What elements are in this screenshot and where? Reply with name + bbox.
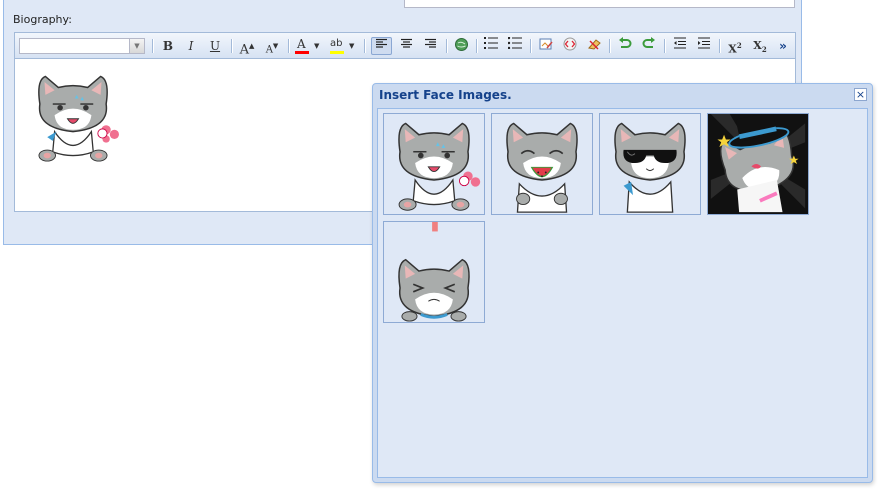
sunglasses-cat-image (614, 122, 686, 213)
italic-button[interactable]: I (182, 37, 200, 55)
font-family-select[interactable]: ▼ (19, 38, 145, 54)
numbered-list-button[interactable] (481, 37, 501, 55)
watermelon-cat-image (506, 122, 578, 213)
subscript-button[interactable]: X2 (749, 37, 771, 55)
insert-link-button[interactable] (451, 37, 471, 55)
bullet-list-icon (507, 36, 522, 50)
face-image-sweaty[interactable] (383, 113, 485, 215)
font-color-swatch (295, 51, 309, 54)
previous-field-input[interactable] (404, 0, 795, 8)
toolbar-separator (609, 39, 611, 53)
chevron-down-icon[interactable]: ▼ (129, 39, 144, 53)
toolbar-separator (152, 39, 154, 53)
toolbar-separator (664, 39, 666, 53)
insert-face-dialog: Insert Face Images. × (372, 83, 873, 483)
shrink-font-icon: A (265, 44, 273, 56)
more-tools-button[interactable]: » (774, 37, 792, 55)
toolbar-separator (719, 39, 721, 53)
chevron-down-icon: ▼ (349, 42, 355, 50)
highlight-icon: ab (330, 38, 343, 49)
indent-icon (698, 37, 710, 49)
sweaty-cat-image (398, 122, 481, 211)
source-edit-button[interactable] (560, 37, 580, 55)
undo-button[interactable] (615, 37, 635, 55)
underline-button[interactable]: U (206, 37, 224, 55)
face-image-watermelon[interactable] (491, 113, 593, 215)
bold-button[interactable]: B (159, 37, 177, 55)
grow-font-icon: A (239, 42, 249, 58)
redo-icon (642, 37, 655, 48)
link-globe-icon (454, 38, 468, 51)
toolbar-separator (530, 39, 532, 53)
toolbar-separator (476, 39, 478, 53)
redo-button[interactable] (639, 37, 659, 55)
font-color-icon: A (297, 37, 306, 51)
eraser-icon (587, 39, 601, 50)
outdent-icon (674, 37, 686, 49)
align-right-button[interactable] (420, 37, 440, 55)
undo-icon (619, 37, 632, 48)
close-button[interactable]: × (854, 88, 867, 101)
top-hat-cat-image (710, 114, 806, 213)
chevron-down-icon: ▼ (314, 42, 320, 50)
superscript-icon: X (728, 42, 737, 56)
inserted-face-image (38, 75, 119, 162)
subscript-icon: X (753, 39, 762, 52)
indent-button[interactable] (694, 37, 714, 55)
face-image-sunglasses[interactable] (599, 113, 701, 215)
bullet-list-button[interactable] (505, 36, 525, 55)
dialog-title: Insert Face Images. (379, 88, 512, 102)
align-right-icon (424, 38, 436, 48)
grow-font-button[interactable]: A▲ (237, 37, 257, 58)
shrink-font-button[interactable]: A▼ (262, 37, 282, 55)
toolbar-separator (446, 39, 448, 53)
face-images-panel (377, 108, 868, 478)
face-image-top-hat[interactable] (707, 113, 809, 215)
highlight-color-button[interactable]: ab ▼ (329, 37, 357, 55)
editor-toolbar: ▼ B I U A▲ A▼ A ▼ ab ▼ X2 X2 » (15, 33, 795, 59)
toolbar-separator (231, 39, 233, 53)
font-color-button[interactable]: A ▼ (294, 37, 322, 55)
toolbar-separator (288, 39, 290, 53)
align-center-icon (400, 38, 412, 48)
squinting-cat-image (398, 222, 470, 322)
toolbar-separator (364, 39, 366, 53)
remove-format-button[interactable] (584, 37, 604, 55)
source-code-icon (563, 37, 577, 51)
face-image-squinting[interactable] (383, 221, 485, 323)
highlight-color-swatch (330, 51, 344, 54)
align-left-button[interactable] (371, 37, 392, 55)
insert-image-button[interactable] (536, 37, 556, 55)
numbered-list-icon (484, 37, 498, 49)
image-edit-icon (539, 38, 553, 50)
align-center-button[interactable] (396, 37, 416, 55)
biography-label: Biography: (13, 13, 72, 26)
align-left-icon (376, 38, 387, 48)
superscript-button[interactable]: X2 (724, 37, 746, 56)
outdent-button[interactable] (670, 37, 690, 55)
